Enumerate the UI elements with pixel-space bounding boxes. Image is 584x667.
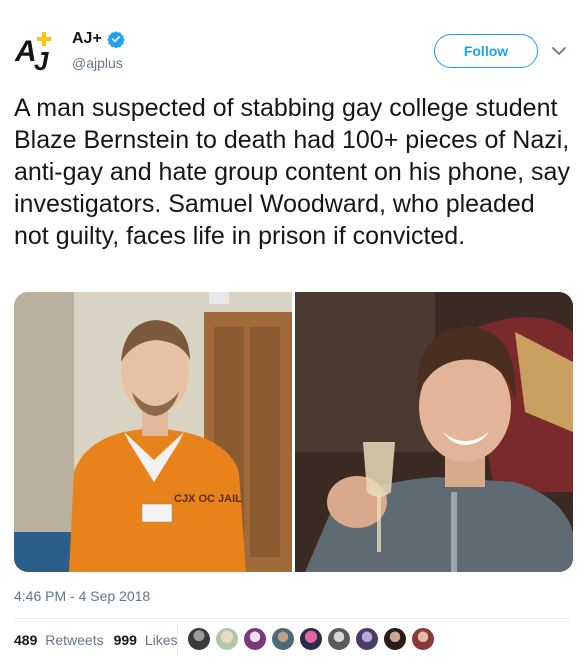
retweets-label: Retweets — [45, 632, 104, 648]
divider — [14, 618, 570, 619]
tweet-header: A J AJ+ @ajplus Follow — [14, 24, 570, 72]
follow-button[interactable]: Follow — [434, 34, 538, 68]
liker-avatar[interactable] — [383, 627, 407, 651]
tweet-stats: 489 Retweets 999 Likes — [14, 632, 178, 648]
tweet-timestamp[interactable]: 4:46 PM - 4 Sep 2018 — [14, 588, 150, 604]
photo-man-orange-jumpsuit[interactable]: CJX OC JAIL — [14, 292, 292, 572]
jumpsuit-text: CJX OC JAIL — [174, 493, 242, 505]
chevron-down-icon[interactable] — [548, 40, 570, 62]
ajplus-logo-icon[interactable]: A J — [14, 28, 58, 72]
retweets-stat[interactable]: 489 Retweets — [14, 632, 104, 648]
likes-count: 999 — [113, 632, 137, 648]
retweets-count: 489 — [14, 632, 38, 648]
tweet-text: A man suspected of stabbing gay college … — [14, 94, 570, 250]
likes-label: Likes — [144, 632, 178, 648]
liker-avatars — [187, 627, 439, 651]
stats-separator — [177, 624, 178, 656]
liker-avatar[interactable] — [411, 627, 435, 651]
liker-avatar[interactable] — [355, 627, 379, 651]
display-name[interactable]: AJ+ — [72, 30, 102, 48]
liker-avatar[interactable] — [215, 627, 239, 651]
account-handle[interactable]: @ajplus — [72, 55, 123, 71]
likes-stat[interactable]: 999 Likes — [114, 632, 178, 648]
account-name-row[interactable]: AJ+ — [72, 30, 125, 48]
verified-badge-icon — [107, 31, 125, 48]
svg-text:J: J — [34, 46, 49, 72]
photo-young-man-holding-glass[interactable] — [295, 292, 573, 572]
liker-avatar[interactable] — [243, 627, 267, 651]
liker-avatar[interactable] — [299, 627, 323, 651]
liker-avatar[interactable] — [327, 627, 351, 651]
liker-avatar[interactable] — [271, 627, 295, 651]
liker-avatar[interactable] — [187, 627, 211, 651]
